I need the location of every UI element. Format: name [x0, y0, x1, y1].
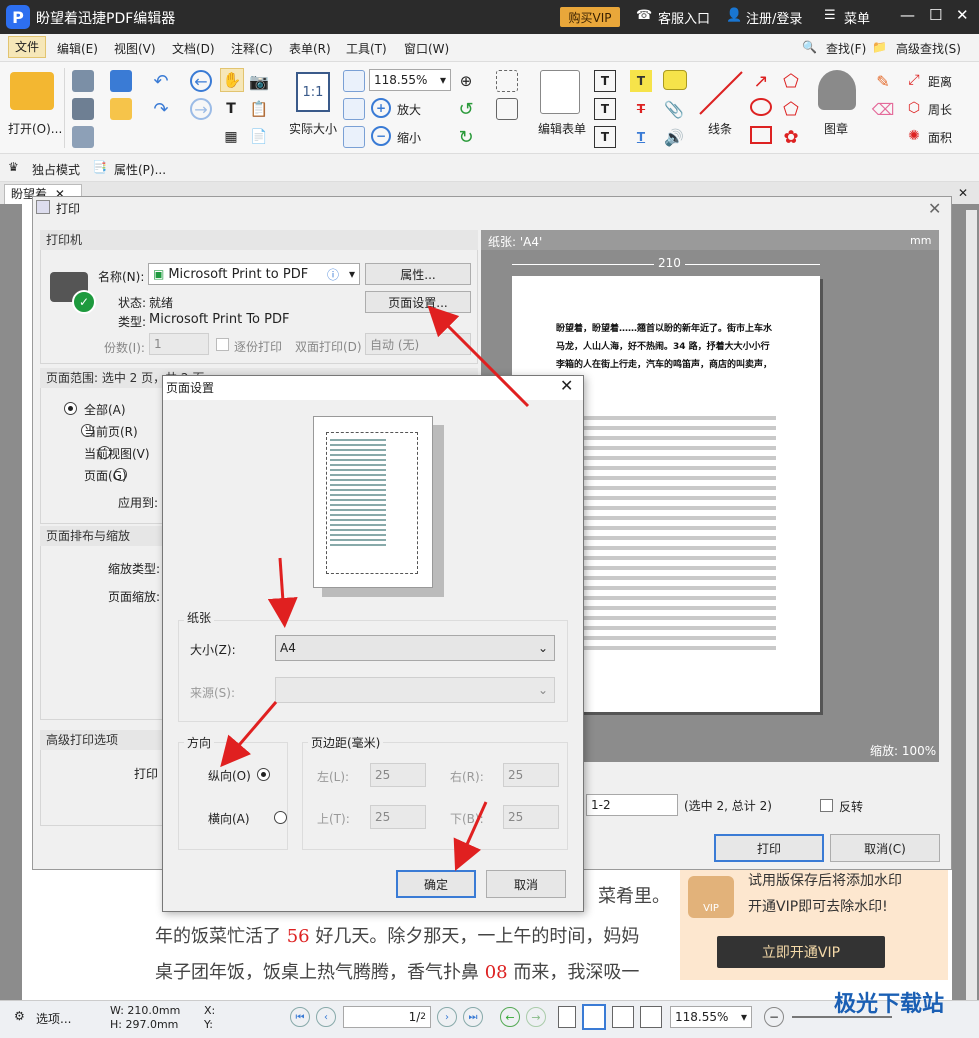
arrow-to-ok: [453, 801, 488, 871]
annotation-arrows: [220, 305, 530, 871]
arrow-to-portrait: [220, 701, 278, 768]
arrow-to-page-setup: [427, 305, 530, 408]
arrow-to-paper-size: [267, 557, 298, 628]
